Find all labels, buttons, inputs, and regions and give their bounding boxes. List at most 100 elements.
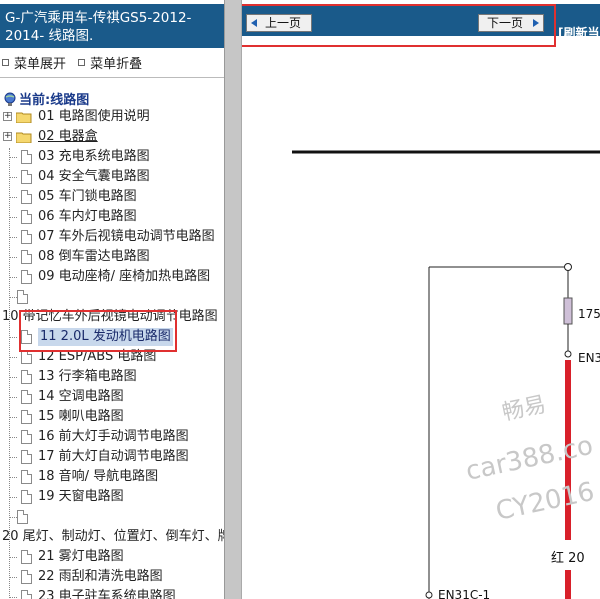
tree-item[interactable]: 07 车外后视镜电动调节电路图 <box>0 228 224 248</box>
divider <box>0 77 224 78</box>
document-icon <box>21 190 32 204</box>
tree-item[interactable]: 15 喇叭电路图 <box>0 408 224 428</box>
tree-item[interactable]: 09 电动座椅/ 座椅加热电路图 <box>0 268 224 288</box>
tree-connector <box>9 377 17 378</box>
document-icon <box>21 150 32 164</box>
current-label: 当前:线路图 <box>19 93 90 108</box>
tree-item[interactable]: 04 安全气囊电路图 <box>0 168 224 188</box>
refresh-link[interactable]: [刷新当 <box>558 24 600 41</box>
tree-item[interactable]: 14 空调电路图 <box>0 388 224 408</box>
expand-plus-icon[interactable]: + <box>3 132 12 141</box>
document-icon <box>21 350 32 364</box>
document-icon <box>21 230 32 244</box>
tree-item-label: 13 行李箱电路图 <box>38 369 137 384</box>
tree-connector <box>9 337 17 338</box>
tree-item-label: 08 倒车雷达电路图 <box>38 249 150 264</box>
tree-connector <box>9 477 17 478</box>
watermark-line: 畅易 <box>500 392 548 426</box>
fuse-label: 175 <box>578 307 600 321</box>
tree-item[interactable]: +01 电路图使用说明 <box>0 108 224 128</box>
tree-item-label: 06 车内灯电路图 <box>38 209 137 224</box>
tree-item[interactable]: +02 电器盒 <box>0 128 224 148</box>
tree-item-label: 01 电路图使用说明 <box>38 109 150 124</box>
tree-item-label: 17 前大灯自动调节电路图 <box>38 449 189 464</box>
tree-item[interactable]: 08 倒车雷达电路图 <box>0 248 224 268</box>
menu-expand-link[interactable]: 菜单展开 <box>14 57 66 72</box>
tree-connector <box>9 217 17 218</box>
terminal-node <box>425 591 433 599</box>
fuse-symbol <box>563 297 573 325</box>
tree-item-label: 04 安全气囊电路图 <box>38 169 150 184</box>
tree-item-label: 19 天窗电路图 <box>38 489 124 504</box>
document-icon <box>21 370 32 384</box>
tree-item[interactable]: 23 电子驻车系统电路图 <box>0 588 224 599</box>
expand-square-icon <box>2 59 9 66</box>
tree-connector <box>9 157 17 158</box>
tree-item[interactable]: 03 充电系统电路图 <box>0 148 224 168</box>
collapse-square-icon <box>78 59 86 66</box>
document-icon <box>21 430 32 444</box>
document-icon <box>17 290 28 304</box>
tree-connector <box>9 257 17 258</box>
folder-icon <box>16 112 32 123</box>
current-location[interactable]: 当前:线路图 <box>4 89 89 108</box>
terminal-node <box>564 263 572 271</box>
document-icon <box>21 570 32 584</box>
tree-connector <box>9 437 17 438</box>
document-viewer: 上一页 下一页 [刷新当 175 EN3 红 20 EN31C-1 畅易 car… <box>242 0 600 599</box>
tree-connector <box>9 577 17 578</box>
document-icon <box>21 270 32 284</box>
tree-item[interactable]: 13 行李箱电路图 <box>0 368 224 388</box>
connector-label-top: EN3 <box>578 351 600 365</box>
terminal-node <box>564 350 572 358</box>
tree-item-label: 05 车门锁电路图 <box>38 189 137 204</box>
tree-connector <box>9 277 17 278</box>
tree-item-label: 14 空调电路图 <box>38 389 124 404</box>
expand-plus-icon[interactable]: + <box>3 112 12 121</box>
tree-item[interactable] <box>0 288 224 308</box>
tree-connector <box>9 597 17 598</box>
tree-item-label: 03 充电系统电路图 <box>38 149 150 164</box>
tree-connector <box>9 517 17 518</box>
tree-item[interactable]: 06 车内灯电路图 <box>0 208 224 228</box>
tree-connector <box>9 297 17 298</box>
globe-icon <box>4 92 16 106</box>
tree-item-label: 22 雨刮和清洗电路图 <box>38 569 163 584</box>
tree-item-label: 21 雾灯电路图 <box>38 549 124 564</box>
document-icon <box>21 250 32 264</box>
tree-connector <box>9 557 17 558</box>
tree-item[interactable]: 22 雨刮和清洗电路图 <box>0 568 224 588</box>
tree-item-label: 23 电子驻车系统电路图 <box>38 589 176 599</box>
tree-item-label: 16 前大灯手动调节电路图 <box>38 429 189 444</box>
tree-item[interactable]: 18 音响/ 导航电路图 <box>0 468 224 488</box>
tree-item[interactable]: 20 尾灯、制动灯、位置灯、倒车灯、牌 <box>0 528 224 548</box>
tree-connector <box>9 497 17 498</box>
tree-connector <box>9 237 17 238</box>
tree-item[interactable]: 16 前大灯手动调节电路图 <box>0 428 224 448</box>
highlight-annotation <box>19 310 177 352</box>
watermark-line: CY2016 <box>493 477 597 527</box>
tree-item-label: 07 车外后视镜电动调节电路图 <box>38 229 215 244</box>
tree-item-label: 09 电动座椅/ 座椅加热电路图 <box>38 269 211 284</box>
tree-item-label: 20 尾灯、制动灯、位置灯、倒车灯、牌 <box>2 529 224 544</box>
tree-item-label: 02 电器盒 <box>38 129 98 144</box>
menu-collapse-link[interactable]: 菜单折叠 <box>90 57 142 72</box>
tree-connector <box>9 197 17 198</box>
tree-item[interactable]: 21 雾灯电路图 <box>0 548 224 568</box>
document-icon <box>21 410 32 424</box>
menu-controls: 菜单展开 菜单折叠 <box>2 53 150 72</box>
document-icon <box>21 590 32 599</box>
watermark-line: car388.co <box>463 431 595 487</box>
tree-item[interactable]: 19 天窗电路图 <box>0 488 224 508</box>
panel-splitter[interactable] <box>224 0 242 599</box>
tree-connector <box>9 397 17 398</box>
tree-panel: G-广汽乘用车-传祺GS5-2012-2014- 线路图. 菜单展开 菜单折叠 … <box>0 0 224 599</box>
tree-connector <box>9 457 17 458</box>
tree-item[interactable] <box>0 508 224 528</box>
document-icon <box>21 390 32 404</box>
document-icon <box>21 170 32 184</box>
tree-connector <box>9 417 17 418</box>
tree-item-label: 15 喇叭电路图 <box>38 409 124 424</box>
tree-item[interactable]: 17 前大灯自动调节电路图 <box>0 448 224 468</box>
tree-item[interactable]: 05 车门锁电路图 <box>0 188 224 208</box>
